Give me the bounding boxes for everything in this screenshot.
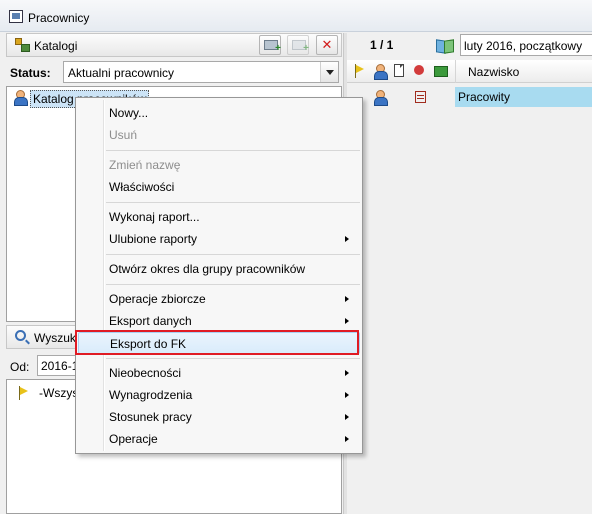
- close-icon: ✕: [321, 37, 333, 52]
- document-column-icon[interactable]: [394, 64, 404, 77]
- status-select[interactable]: Aktualni pracownicy: [63, 61, 339, 83]
- submenu-arrow-icon: [345, 296, 349, 302]
- menu-item-label: Nieobecności: [109, 366, 182, 380]
- od-date-value: 2016-1: [41, 359, 79, 373]
- page-indicator: 1 / 1: [370, 38, 394, 52]
- cell-nazwisko-text: Pracowity: [458, 90, 511, 104]
- window-title: Pracownicy: [28, 11, 90, 25]
- period-field[interactable]: luty 2016, początkowy: [460, 34, 592, 56]
- menu-item-label: Operacje: [109, 432, 158, 446]
- menu-item-employment[interactable]: Stosunek pracy: [78, 406, 360, 428]
- catalogs-header: Katalogi ✕: [6, 33, 342, 57]
- folder-icon: [292, 40, 309, 54]
- abacus-icon: [415, 91, 426, 103]
- absence-column-icon[interactable]: [413, 64, 427, 78]
- cell-nazwisko[interactable]: Pracowity: [455, 87, 592, 107]
- menu-item-label: Zmień nazwę: [109, 158, 181, 172]
- submenu-arrow-icon: [345, 414, 349, 420]
- people-icon: [13, 90, 28, 106]
- menu-item-operations[interactable]: Operacje: [78, 428, 360, 450]
- flag-icon: [353, 64, 365, 78]
- person-column-icon[interactable]: [373, 64, 388, 80]
- menu-item-absences[interactable]: Nieobecności: [78, 362, 360, 384]
- table-row[interactable]: Pracowity: [347, 87, 592, 107]
- catalog-tree-icon: [15, 38, 30, 52]
- submenu-arrow-icon: [345, 370, 349, 376]
- menu-separator: [106, 150, 360, 151]
- menu-separator: [106, 358, 360, 359]
- menu-separator: [106, 254, 360, 255]
- window-titlebar: Pracownicy: [0, 0, 592, 32]
- add-folder-icon: [264, 40, 281, 54]
- menu-item-label: Eksport danych: [109, 314, 192, 328]
- submenu-arrow-icon: [345, 318, 349, 324]
- menu-item-properties[interactable]: Właściwości: [78, 176, 360, 198]
- money-column-icon[interactable]: [434, 66, 448, 77]
- period-value: luty 2016, początkowy: [464, 39, 583, 53]
- status-value: Aktualni pracownicy: [68, 66, 175, 80]
- column-header-label: Nazwisko: [468, 65, 520, 79]
- grid-header: Nazwisko: [347, 60, 592, 83]
- search-icon: [15, 330, 26, 341]
- menu-item-label: Operacje zbiorcze: [109, 292, 206, 306]
- menu-item-new[interactable]: Nowy...: [78, 102, 360, 124]
- menu-item-label: Ulubione raporty: [109, 232, 198, 246]
- submenu-arrow-icon: [345, 392, 349, 398]
- chevron-down-icon[interactable]: [320, 62, 338, 82]
- person-icon: [373, 90, 388, 106]
- submenu-arrow-icon: [345, 236, 349, 242]
- window-app-icon: [9, 10, 23, 23]
- menu-item-label: Nowy...: [109, 106, 149, 120]
- menu-item-open-period[interactable]: Otwórz okres dla grupy pracowników: [78, 258, 360, 280]
- menu-item-label: Wynagrodzenia: [109, 388, 193, 402]
- flag-column-icon[interactable]: [353, 64, 367, 78]
- edit-folder-button[interactable]: [287, 35, 309, 55]
- menu-item-export-data[interactable]: Eksport danych: [78, 310, 360, 332]
- menu-item-favorite-reports[interactable]: Ulubione raporty: [78, 228, 360, 250]
- menu-separator: [106, 284, 360, 285]
- menu-item-label: Wykonaj raport...: [109, 210, 200, 224]
- catalogs-header-label: Katalogi: [34, 39, 78, 53]
- menu-item-label: Stosunek pracy: [109, 410, 192, 424]
- menu-item-label: Właściwości: [109, 180, 175, 194]
- flag-icon: [17, 386, 29, 400]
- menu-item-delete[interactable]: Usuń: [78, 124, 360, 146]
- book-icon[interactable]: [436, 38, 454, 52]
- context-menu: Nowy... Usuń Zmień nazwę Właściwości Wyk…: [75, 97, 363, 454]
- delete-button[interactable]: ✕: [316, 35, 338, 55]
- menu-item-label: Usuń: [109, 128, 138, 142]
- menu-item-salaries[interactable]: Wynagrodzenia: [78, 384, 360, 406]
- menu-separator: [106, 202, 360, 203]
- status-label: Status:: [10, 66, 51, 80]
- column-header-nazwisko[interactable]: Nazwisko: [455, 60, 592, 83]
- highlight-box: [75, 330, 359, 355]
- submenu-arrow-icon: [345, 436, 349, 442]
- add-folder-button[interactable]: [259, 35, 281, 55]
- menu-item-batch-operations[interactable]: Operacje zbiorcze: [78, 288, 360, 310]
- menu-item-rename[interactable]: Zmień nazwę: [78, 154, 360, 176]
- od-label: Od:: [10, 360, 30, 374]
- menu-item-label: Otwórz okres dla grupy pracowników: [109, 262, 306, 276]
- menu-item-run-report[interactable]: Wykonaj raport...: [78, 206, 360, 228]
